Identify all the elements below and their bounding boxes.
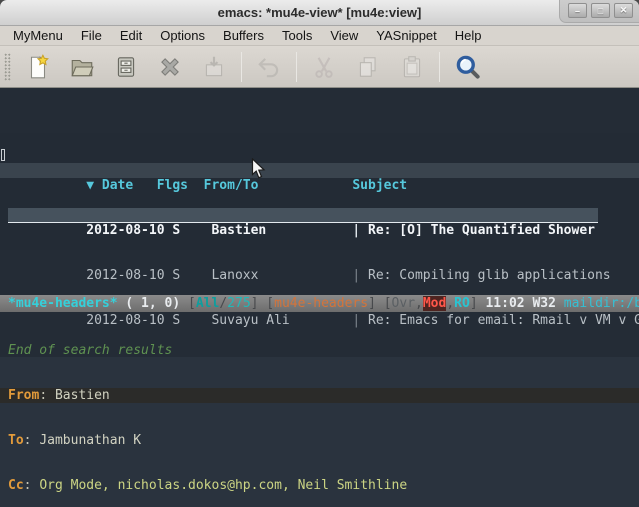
toolbar-separator xyxy=(241,52,242,82)
copy-icon xyxy=(355,54,381,80)
menu-mymenu[interactable]: MyMenu xyxy=(4,27,72,45)
field-to: To: Jambunathan K xyxy=(0,433,639,448)
row-separator: | xyxy=(352,268,368,283)
minimize-icon: – xyxy=(575,6,580,16)
paste-clipboard-icon xyxy=(399,54,425,80)
column-from-to[interactable]: From/To xyxy=(204,178,353,193)
cut-button xyxy=(307,50,341,84)
search-icon xyxy=(454,53,481,80)
save-button[interactable] xyxy=(109,50,143,84)
row-flags: S xyxy=(172,313,211,328)
open-file-button[interactable] xyxy=(65,50,99,84)
toolbar-separator xyxy=(439,52,440,82)
row-date: 2012-08-10 xyxy=(86,268,172,283)
menu-file[interactable]: File xyxy=(72,27,111,45)
emacs-window: emacs: *mu4e-view* [mu4e:view] – □ ✕ MyM… xyxy=(0,0,639,507)
copy-button xyxy=(351,50,385,84)
field-colon: : xyxy=(24,433,40,448)
close-buffer-button[interactable] xyxy=(153,50,187,84)
menu-buffers[interactable]: Buffers xyxy=(214,27,273,45)
window-title: emacs: *mu4e-view* [mu4e:view] xyxy=(218,5,422,20)
field-label: To xyxy=(8,433,24,448)
row-date: 2012-08-10 xyxy=(86,313,172,328)
undo-icon xyxy=(256,54,282,80)
column-flags[interactable]: Flgs xyxy=(157,178,204,193)
undo-button xyxy=(252,50,286,84)
menu-options[interactable]: Options xyxy=(151,27,214,45)
cut-scissors-icon xyxy=(311,54,337,80)
close-button[interactable]: ✕ xyxy=(614,3,633,18)
end-of-search-results: End of search results xyxy=(0,343,639,358)
row-from: Lanoxx xyxy=(211,268,352,283)
maximize-icon: □ xyxy=(598,6,603,16)
row-separator: | xyxy=(352,313,368,328)
row-separator: | xyxy=(352,223,368,238)
row-from: Bastien xyxy=(211,223,352,238)
close-x-icon xyxy=(157,54,183,80)
field-colon: : xyxy=(24,478,40,493)
paste-button xyxy=(395,50,429,84)
row-from: Suvayu Ali xyxy=(211,313,352,328)
field-value: Jambunathan K xyxy=(39,433,141,448)
row-flags: S xyxy=(172,268,211,283)
new-file-icon xyxy=(25,54,51,80)
row-subject: Re: Compiling glib applications xyxy=(368,268,611,283)
titlebar[interactable]: emacs: *mu4e-view* [mu4e:view] – □ ✕ xyxy=(0,0,639,26)
headers-window[interactable]: ▼ DateFlgsFrom/ToSubject 2012-08-10SBast… xyxy=(0,133,639,250)
column-subject[interactable]: Subject xyxy=(352,178,407,193)
menu-edit[interactable]: Edit xyxy=(111,27,151,45)
message-row[interactable]: 2012-08-10SLanoxx| Re: Compiling glib ap… xyxy=(8,253,639,268)
row-subject: Re: Emacs for email: Rmail v VM v Gnus xyxy=(368,313,639,328)
open-folder-icon xyxy=(69,54,95,80)
field-label: Cc xyxy=(8,478,24,493)
emacs-frame: ▼ DateFlgsFrom/ToSubject 2012-08-10SBast… xyxy=(0,88,639,507)
new-file-button[interactable] xyxy=(21,50,55,84)
row-subject: Re: [O] The Quantified Shower xyxy=(368,223,595,238)
field-value: Org Mode, nicholas.dokos@hp.com, Neil Sm… xyxy=(39,478,407,493)
window-controls: – □ ✕ xyxy=(559,0,639,23)
menu-yasnippet[interactable]: YASnippet xyxy=(367,27,445,45)
column-date[interactable]: Date xyxy=(102,178,157,193)
save-as-icon xyxy=(201,54,227,80)
message-row[interactable]: 2012-08-10SSuvayu Ali| Re: Emacs for ema… xyxy=(8,298,639,313)
minimize-button[interactable]: – xyxy=(568,3,587,18)
message-row-selected[interactable]: 2012-08-10SBastien| Re: [O] The Quantifi… xyxy=(8,208,598,223)
tool-bar xyxy=(0,46,639,88)
menu-help[interactable]: Help xyxy=(446,27,491,45)
search-button[interactable] xyxy=(450,50,484,84)
headers-column-row: ▼ DateFlgsFrom/ToSubject xyxy=(0,163,639,178)
row-flags: S xyxy=(172,223,211,238)
close-icon: ✕ xyxy=(620,5,628,16)
menu-tools[interactable]: Tools xyxy=(273,27,321,45)
menu-view[interactable]: View xyxy=(321,27,367,45)
field-cc: Cc: Org Mode, nicholas.dokos@hp.com, Nei… xyxy=(0,478,639,493)
save-icon xyxy=(113,54,139,80)
toolbar-drag-handle[interactable] xyxy=(4,53,11,81)
toolbar-separator xyxy=(296,52,297,82)
sort-descending-icon[interactable]: ▼ xyxy=(86,178,102,193)
row-date: 2012-08-10 xyxy=(86,223,172,238)
menu-bar: MyMenu File Edit Options Buffers Tools V… xyxy=(0,26,639,46)
save-as-button xyxy=(197,50,231,84)
fringe-bookmark-icon xyxy=(1,149,5,161)
maximize-button[interactable]: □ xyxy=(591,3,610,18)
